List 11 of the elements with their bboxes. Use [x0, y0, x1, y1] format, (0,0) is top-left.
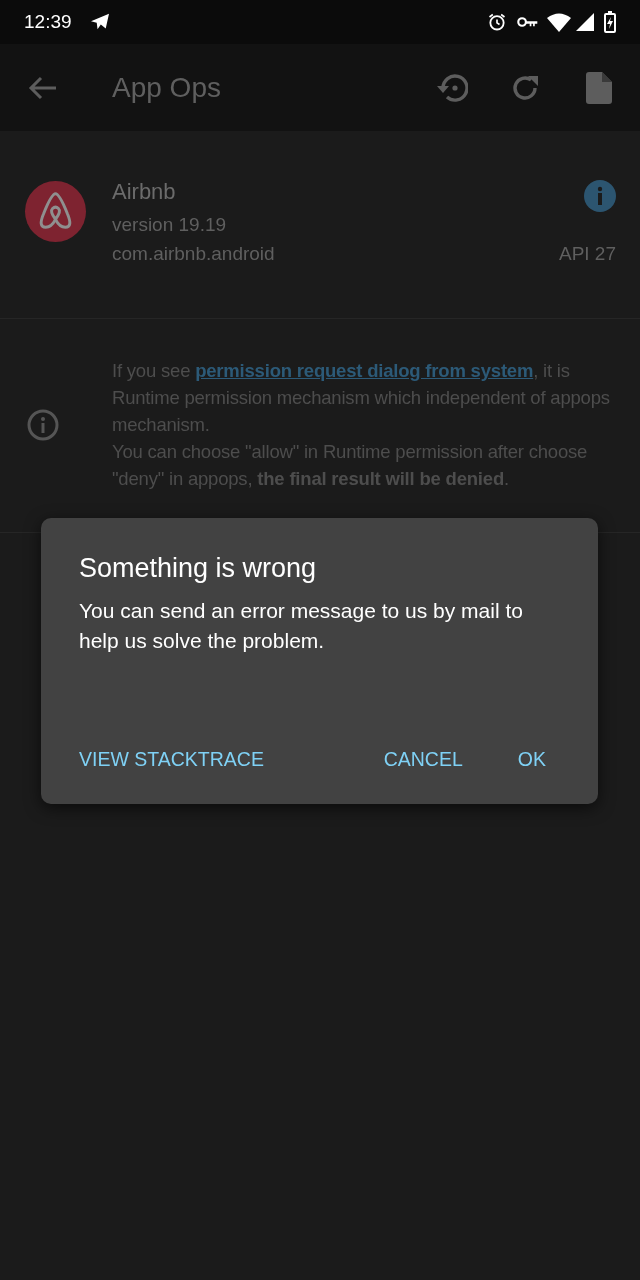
dialog-button[interactable]: CANCEL	[383, 744, 463, 774]
status-time: 12:39	[24, 9, 72, 34]
dialog-button[interactable]: VIEW STACKTRACE	[79, 744, 264, 774]
api-level: API 27	[558, 241, 616, 266]
toolbar-title: App Ops	[112, 70, 221, 105]
app-version: version 19.19	[112, 213, 228, 237]
app-name: Airbnb	[112, 178, 176, 206]
dialog-message: You can send an error message to us by mail to help us solve the problem.	[79, 598, 524, 654]
package-name: com.airbnb.android	[112, 241, 275, 266]
dialog-button[interactable]: OK	[517, 744, 546, 774]
dialog-title: Something is wrong	[79, 552, 318, 585]
